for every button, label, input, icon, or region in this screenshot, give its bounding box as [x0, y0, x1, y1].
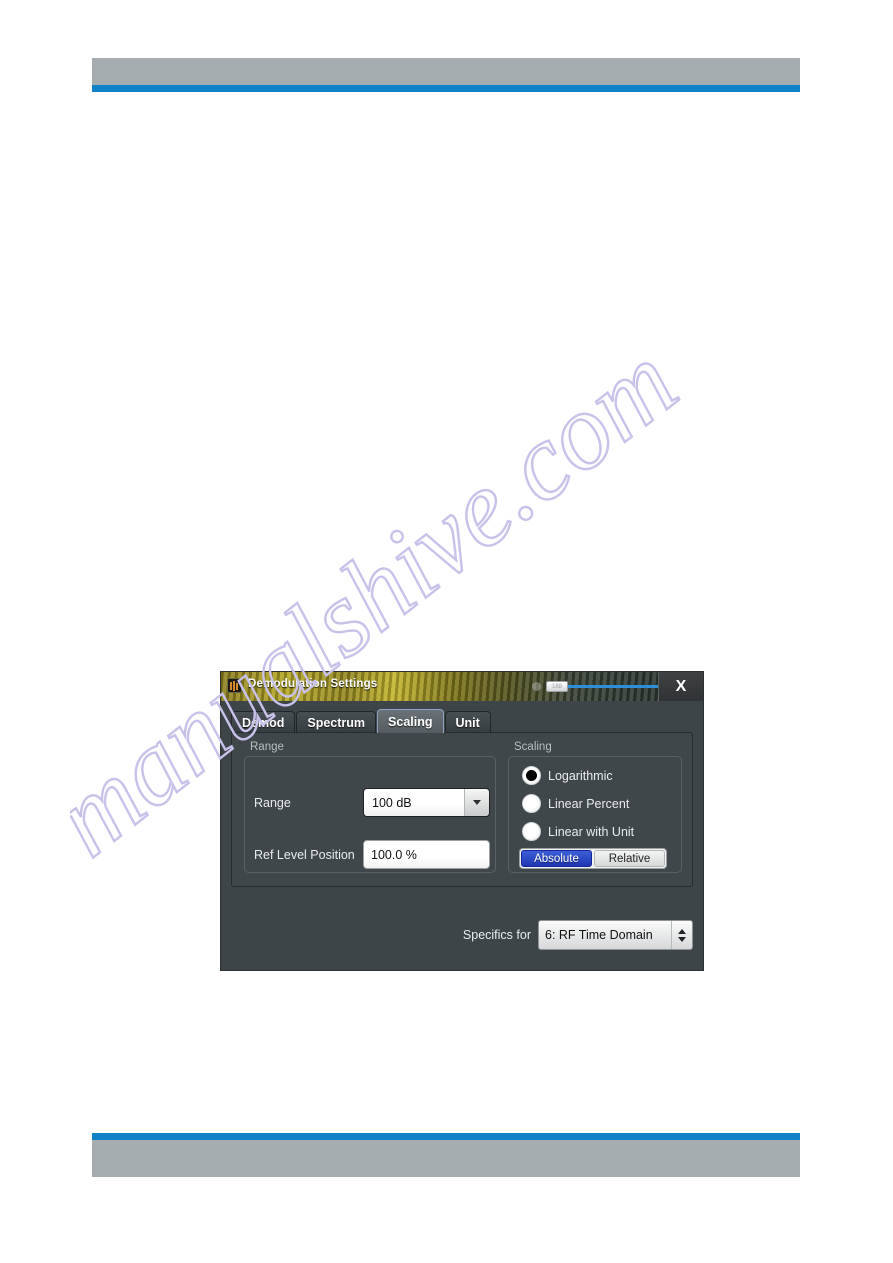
range-combobox-value: 100 dB	[364, 789, 464, 816]
relative-button[interactable]: Relative	[594, 850, 665, 867]
radio-linear-with-unit-indicator[interactable]	[522, 822, 541, 841]
specifics-for-selector[interactable]: 6: RF Time Domain	[538, 920, 693, 950]
range-combobox-button[interactable]	[464, 789, 489, 816]
slider-blob-icon	[532, 682, 541, 691]
dialog-tabstrip: Demod Spectrum Scaling Unit	[231, 709, 492, 733]
tab-demod[interactable]: Demod	[231, 711, 296, 733]
range-field-label: Range	[254, 796, 291, 810]
slider-handle[interactable]: 188	[546, 681, 568, 692]
titlebar-slider[interactable]: 188	[532, 680, 674, 693]
tab-spectrum[interactable]: Spectrum	[296, 711, 377, 733]
specifics-for-spinner[interactable]	[671, 921, 692, 949]
chevron-down-icon	[473, 800, 481, 805]
chevron-up-icon[interactable]	[678, 928, 686, 934]
radio-linear-percent-label: Linear Percent	[548, 796, 630, 811]
radio-linear-percent-indicator[interactable]	[522, 794, 541, 813]
radio-logarithmic-indicator[interactable]	[522, 766, 541, 785]
app-icon	[227, 678, 242, 693]
page-header-accent-rule	[92, 85, 800, 92]
dialog-titlebar[interactable]: Demodulation Settings 188 X	[221, 672, 703, 701]
specifics-for-value: 6: RF Time Domain	[545, 928, 653, 942]
radio-logarithmic-label: Logarithmic	[548, 768, 613, 783]
specifics-row: Specifics for 6: RF Time Domain	[231, 920, 693, 950]
radio-logarithmic[interactable]: Logarithmic	[522, 766, 613, 785]
close-icon[interactable]: X	[658, 672, 703, 701]
range-group-label: Range	[250, 741, 284, 753]
radio-linear-with-unit-label: Linear with Unit	[548, 824, 635, 839]
radio-linear-with-unit[interactable]: Linear with Unit	[522, 822, 634, 841]
absolute-relative-toggle: Absolute Relative	[519, 848, 667, 869]
radio-linear-percent[interactable]: Linear Percent	[522, 794, 629, 813]
scaling-group: Scaling Logarithmic Linear Percent Linea…	[508, 741, 682, 873]
ref-level-position-input[interactable]: 100.0 %	[363, 840, 490, 869]
scaling-group-label: Scaling	[514, 741, 552, 753]
page-footer-bar	[92, 1140, 800, 1177]
page-header-bar	[92, 58, 800, 85]
range-group: Range Range 100 dB Ref Level Position 10…	[244, 741, 496, 873]
absolute-button[interactable]: Absolute	[521, 850, 592, 867]
page-footer-accent-rule	[92, 1133, 800, 1140]
slider-track[interactable]	[565, 685, 671, 688]
range-combobox[interactable]: 100 dB	[363, 788, 490, 817]
scaling-tab-panel: Range Range 100 dB Ref Level Position 10…	[231, 732, 693, 887]
dialog-title: Demodulation Settings	[248, 678, 378, 690]
chevron-down-icon[interactable]	[678, 936, 686, 942]
ref-level-position-label: Ref Level Position	[254, 848, 355, 862]
specifics-for-label: Specifics for	[462, 928, 531, 942]
demodulation-settings-dialog: Demodulation Settings 188 X Demod Spectr…	[221, 672, 703, 970]
tab-unit[interactable]: Unit	[444, 711, 491, 733]
tab-scaling[interactable]: Scaling	[377, 709, 444, 733]
